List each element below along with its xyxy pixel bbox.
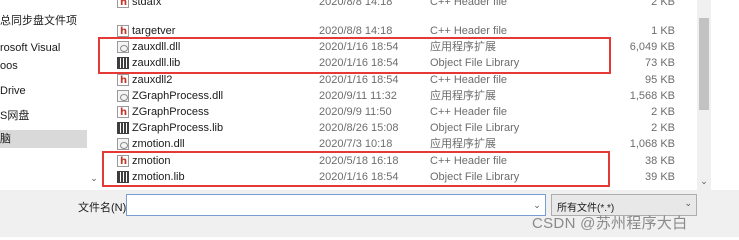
file-name: stdafx	[132, 0, 162, 8]
file-date: 2020/1/16 18:54	[319, 74, 399, 86]
nav-item-onedrive[interactable]: Drive	[0, 82, 26, 100]
header-file-icon	[117, 74, 129, 86]
file-row[interactable]: ZGraphProcess.lib 2020/8/26 15:08 Object…	[100, 120, 695, 137]
vertical-scrollbar[interactable]: ⌄	[697, 0, 711, 190]
file-row[interactable]: ZGraphProcess.dll 2020/9/11 11:32 应用程序扩展…	[100, 88, 695, 105]
header-file-icon	[117, 106, 129, 118]
file-size: 2 KB	[651, 106, 675, 118]
filename-label: 文件名(N):	[78, 202, 130, 214]
highlight-box-zmotion	[102, 151, 610, 187]
bottom-bar: 文件名(N): ⌄ 所有文件(*.*) ⌄ CSDN @苏州程序大白	[0, 190, 739, 237]
file-size: 95 KB	[645, 74, 675, 86]
file-name: ZGraphProcess	[132, 106, 210, 118]
filename-input[interactable]	[126, 194, 546, 216]
file-name: zauxdll2	[132, 74, 173, 86]
filter-dropdown-icon: ⌄	[684, 198, 692, 208]
dll-file-icon	[117, 90, 129, 102]
file-size: 2 KB	[651, 122, 675, 134]
dll-file-icon	[117, 138, 129, 150]
file-date: 2020/8/8 14:18	[319, 0, 393, 8]
nav-item-visual-studio[interactable]: rosoft Visual	[0, 39, 60, 57]
file-row[interactable]: stdafx 2020/8/8 14:18 C++ Header file 2 …	[100, 0, 695, 11]
filename-dropdown-icon[interactable]: ⌄	[531, 198, 543, 212]
header-file-icon	[117, 0, 129, 8]
nav-item-sync-drive[interactable]: 总同步盘文件项	[0, 12, 77, 30]
file-name: ZGraphProcess.lib	[132, 122, 224, 134]
lib-file-icon	[117, 122, 129, 134]
watermark: CSDN @苏州程序大白	[532, 215, 688, 232]
file-date: 2020/9/9 11:50	[319, 106, 392, 118]
nav-item-cloud-drive[interactable]: S网盘	[0, 107, 29, 125]
nav-scroll-down-icon[interactable]: ⌄	[88, 172, 100, 184]
file-date: 2020/8/26 15:08	[319, 122, 399, 134]
header-file-icon	[117, 25, 129, 37]
file-size: 1,568 KB	[629, 90, 675, 102]
navigation-pane: 总同步盘文件项 rosoft Visual oos Drive S网盘 脑	[0, 0, 87, 190]
scroll-down-icon[interactable]: ⌄	[697, 174, 711, 188]
scrollbar-thumb[interactable]	[699, 18, 709, 110]
nav-item-oos[interactable]: oos	[0, 57, 18, 75]
file-size: 2 KB	[651, 0, 675, 8]
file-row[interactable]: ZGraphProcess 2020/9/9 11:50 C++ Header …	[100, 104, 695, 121]
file-name: ZGraphProcess.dll	[132, 90, 224, 102]
nav-item-this-pc[interactable]: 脑	[0, 130, 87, 148]
file-row[interactable]: zauxdll2 2020/1/16 18:54 C++ Header file…	[100, 72, 695, 89]
file-date: 2020/9/11 11:32	[319, 90, 397, 102]
highlight-box-zauxdll	[98, 37, 611, 74]
